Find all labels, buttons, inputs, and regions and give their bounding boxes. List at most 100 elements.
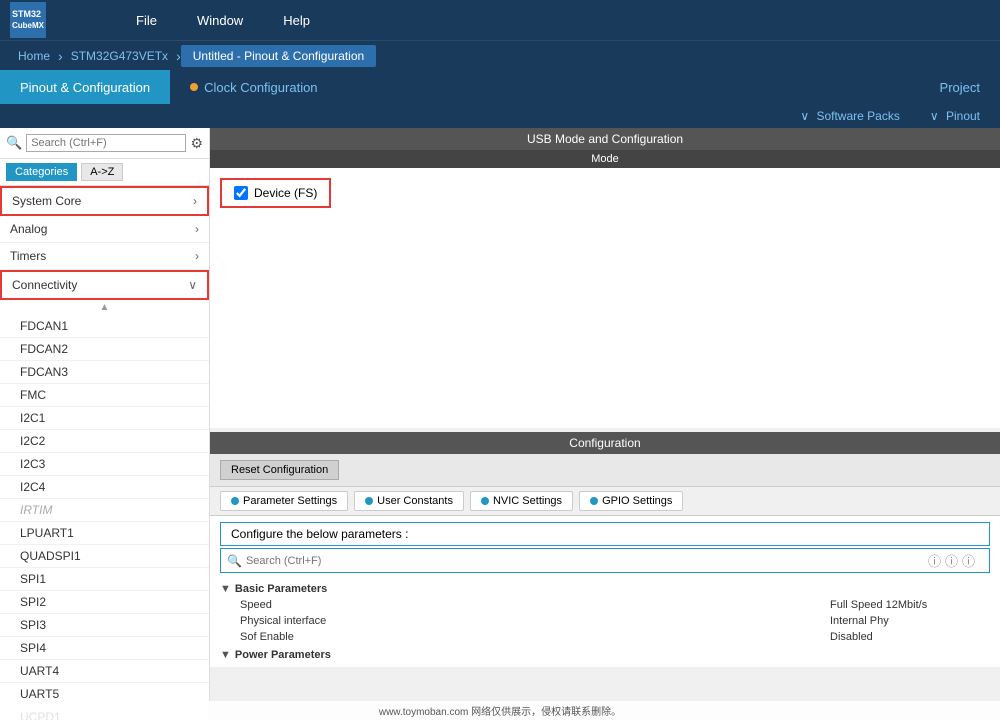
param-rows: SpeedFull Speed 12Mbit/s Physical interfa…	[220, 597, 990, 645]
reset-configuration-button[interactable]: Reset Configuration	[220, 460, 339, 480]
subtab-pinout[interactable]: ∨ Pinout	[930, 109, 980, 123]
sidebar-item-i2c4[interactable]: I2C4	[0, 476, 209, 499]
info-icon-1: ⓘ	[928, 551, 941, 570]
chevron-right-icon: ›	[195, 249, 199, 263]
connectivity-items-list: FDCAN1FDCAN2FDCAN3FMCI2C1I2C2I2C3I2C4IRT…	[0, 315, 209, 720]
mode-area: Device (FS)	[210, 168, 1000, 428]
tab-clock[interactable]: Clock Configuration	[170, 70, 337, 104]
chevron-down-icon: ∨	[800, 109, 809, 123]
search-small-icon: 🔍	[227, 554, 242, 568]
watermark: www.toymoban.com 网络仅供展示，侵权请联系删除。	[0, 701, 1000, 720]
chevron-down-icon: ∨	[188, 278, 197, 292]
config-tab-gpio-settings[interactable]: GPIO Settings	[579, 491, 683, 511]
breadcrumb-device[interactable]: STM32G473VETx	[63, 49, 176, 63]
sidebar-tab-categories[interactable]: Categories	[6, 163, 77, 181]
breadcrumb-bar: Home › STM32G473VETx › Untitled - Pinout…	[0, 40, 1000, 70]
sidebar-item-spi2[interactable]: SPI2	[0, 591, 209, 614]
config-tab-dot	[231, 497, 239, 505]
param-value: Disabled	[830, 631, 990, 643]
param-value: Full Speed 12Mbit/s	[830, 599, 990, 611]
param-name: Sof Enable	[240, 631, 830, 643]
main-layout: 🔍 ⚙ Categories A->Z System Core › Analog…	[0, 128, 1000, 720]
sidebar-tabs: Categories A->Z	[0, 159, 209, 186]
sidebar-item-uart4[interactable]: UART4	[0, 660, 209, 683]
info-icon-2: ⓘ	[945, 551, 958, 570]
menu-window[interactable]: Window	[197, 13, 243, 28]
breadcrumb-active: Untitled - Pinout & Configuration	[181, 45, 376, 67]
chevron-down-icon: ∨	[930, 109, 939, 123]
param-list: ▼ Basic Parameters SpeedFull Speed 12Mbi…	[210, 575, 1000, 667]
triangle-icon: ▼	[220, 649, 231, 661]
gear-icon[interactable]: ⚙	[190, 135, 203, 152]
basic-params-label: ▼ Basic Parameters	[220, 583, 990, 595]
config-section: Configuration Reset Configuration Parame…	[210, 432, 1000, 667]
sidebar-item-fdcan1[interactable]: FDCAN1	[0, 315, 209, 338]
info-icon-3: ⓘ	[962, 551, 975, 570]
app-logo: STM32CubeMX	[10, 2, 46, 38]
param-row: Sof EnableDisabled	[220, 629, 990, 645]
config-tab-dot	[481, 497, 489, 505]
param-search-bar: 🔍 ⓘ ⓘ ⓘ	[220, 548, 990, 573]
config-tab-user-constants[interactable]: User Constants	[354, 491, 464, 511]
tab-project[interactable]: Project	[920, 70, 1000, 104]
breadcrumb-home[interactable]: Home	[10, 49, 58, 63]
chevron-right-icon: ›	[193, 194, 197, 208]
sidebar-category-label: Timers	[10, 249, 46, 263]
param-name: Speed	[240, 599, 830, 611]
sidebar-category-connectivity[interactable]: Connectivity ∨	[0, 270, 209, 300]
config-tab-label: Parameter Settings	[243, 495, 337, 507]
sidebar-item-i2c3[interactable]: I2C3	[0, 453, 209, 476]
config-tab-parameter-settings[interactable]: Parameter Settings	[220, 491, 348, 511]
sidebar-item-quadspi1[interactable]: QUADSPI1	[0, 545, 209, 568]
sidebar-item-fdcan2[interactable]: FDCAN2	[0, 338, 209, 361]
menu-help[interactable]: Help	[283, 13, 310, 28]
param-header: Configure the below parameters :	[220, 522, 990, 546]
param-header-label: Configure the below parameters :	[231, 527, 408, 541]
content-title: USB Mode and Configuration	[210, 128, 1000, 150]
menu-file[interactable]: File	[136, 13, 157, 28]
sidebar-search-bar: 🔍 ⚙	[0, 128, 209, 159]
sidebar: 🔍 ⚙ Categories A->Z System Core › Analog…	[0, 128, 210, 720]
config-tab-label: GPIO Settings	[602, 495, 672, 507]
top-menu-bar: STM32CubeMX File Window Help	[0, 0, 1000, 40]
sidebar-item-lpuart1[interactable]: LPUART1	[0, 522, 209, 545]
sidebar-category-system-core[interactable]: System Core ›	[0, 186, 209, 216]
sidebar-category-timers[interactable]: Timers ›	[0, 243, 209, 270]
scroll-up-indicator: ▲	[0, 300, 209, 315]
tab-dot	[190, 83, 198, 91]
config-title: Configuration	[210, 432, 1000, 454]
sidebar-tab-az[interactable]: A->Z	[81, 163, 123, 181]
param-row: Physical interfaceInternal Phy	[220, 613, 990, 629]
config-tabs: Parameter Settings User Constants NVIC Set…	[210, 487, 1000, 516]
sidebar-category-label: Analog	[10, 222, 47, 236]
sidebar-item-fmc[interactable]: FMC	[0, 384, 209, 407]
triangle-icon: ▼	[220, 583, 231, 595]
subtab-software-packs[interactable]: ∨ Software Packs	[800, 109, 900, 123]
content-area: USB Mode and Configuration Mode Device (…	[210, 128, 1000, 720]
chevron-right-icon: ›	[195, 222, 199, 236]
logo-icon: STM32CubeMX	[10, 2, 46, 38]
param-search-input[interactable]	[246, 555, 920, 567]
sidebar-item-i2c2[interactable]: I2C2	[0, 430, 209, 453]
sidebar-category-analog[interactable]: Analog ›	[0, 216, 209, 243]
config-tab-label: User Constants	[377, 495, 453, 507]
device-fs-checkbox[interactable]	[234, 186, 248, 200]
sidebar-item-irtim[interactable]: IRTIM	[0, 499, 209, 522]
tab-pinout[interactable]: Pinout & Configuration	[0, 70, 170, 104]
sidebar-item-fdcan3[interactable]: FDCAN3	[0, 361, 209, 384]
sidebar-item-spi3[interactable]: SPI3	[0, 614, 209, 637]
sidebar-item-i2c1[interactable]: I2C1	[0, 407, 209, 430]
main-tab-bar: Pinout & Configuration Clock Configurati…	[0, 70, 1000, 104]
config-toolbar: Reset Configuration	[210, 454, 1000, 487]
sidebar-item-spi1[interactable]: SPI1	[0, 568, 209, 591]
config-tab-dot	[365, 497, 373, 505]
sidebar-item-spi4[interactable]: SPI4	[0, 637, 209, 660]
mode-checkbox-row[interactable]: Device (FS)	[220, 178, 331, 208]
search-icon: 🔍	[6, 135, 22, 151]
sub-tab-bar: ∨ Software Packs ∨ Pinout	[0, 104, 1000, 128]
config-tab-nvic-settings[interactable]: NVIC Settings	[470, 491, 573, 511]
search-input[interactable]	[26, 134, 186, 152]
sidebar-category-label: System Core	[12, 194, 81, 208]
sidebar-items: System Core › Analog › Timers › Connecti…	[0, 186, 209, 720]
config-tab-label: NVIC Settings	[493, 495, 562, 507]
